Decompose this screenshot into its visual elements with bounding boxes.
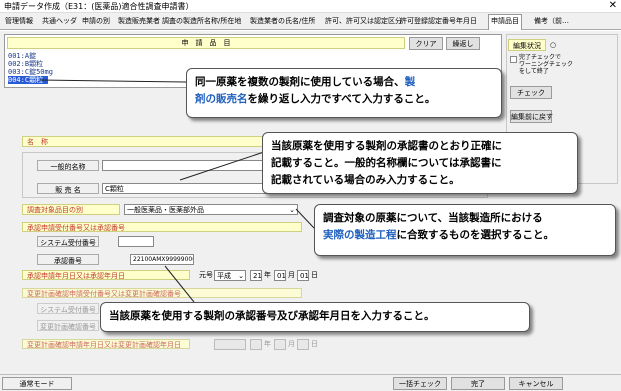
list-item[interactable]: 003:C錠50mg: [8, 68, 68, 76]
approval-section-label: 承認申請受付番号又は承認番号: [22, 222, 302, 232]
change-system-label: システム受付番号: [37, 303, 99, 314]
complete-checkbox-label: 完了チェックで ワーニングチェック をして終了: [519, 54, 574, 75]
callout-category: 調査対象の原薬について、当該製造所における 実際の製造工程に合致するものを選択す…: [314, 204, 616, 256]
tab-marketer[interactable]: 製造販売業者: [116, 15, 162, 29]
approval-date-label: 承認申請年月日又は承認年月日: [22, 270, 190, 280]
callout-approval-number: 当該原薬を使用する製剤の承認番号及び承認年月日を入力すること。: [100, 302, 530, 332]
tab-common-header[interactable]: 共通ヘッダ: [40, 15, 79, 29]
bulk-check-button[interactable]: 一括チェック: [393, 377, 447, 390]
callout-approval-name: 当該原薬を使用する製剤の承認書のとおり正確に 記載すること。一般的名称欄について…: [262, 132, 578, 194]
era-select-value: 平成: [217, 272, 231, 280]
repeat-button[interactable]: 繰返し: [446, 37, 480, 50]
brand-name-label: 販 売 名: [37, 183, 99, 194]
change-date-label: 変更計画確認申請年月日又は変更計画確認年月日: [22, 339, 190, 349]
tab-bar: 管理情報 共通ヘッダ 申請の別 製造販売業者 調査の製造所名称/所在地 製造業者…: [0, 13, 621, 30]
list-item[interactable]: 001:A錠: [8, 52, 38, 60]
callout-text: 同一原薬を複数の製剤に使用している場合、: [195, 76, 405, 88]
tab-license-number[interactable]: 許可登録認定番号年月日: [398, 15, 479, 29]
callout-highlight: 剤の販売名: [195, 93, 248, 105]
month-input[interactable]: 01: [274, 270, 286, 281]
tab-facility[interactable]: 調査の製造所名称/所在地: [160, 15, 243, 29]
chevron-down-icon: ⌄: [289, 206, 295, 214]
callout-highlight: 製: [404, 76, 416, 88]
category-select[interactable]: 一般医薬品・医薬部外品 ⌄: [124, 204, 298, 215]
callout-text: に合致するものを選択すること。: [396, 229, 555, 241]
system-number-input[interactable]: [118, 236, 154, 247]
list-item[interactable]: 002:B顆粒: [8, 60, 43, 68]
list-item-selected[interactable]: 004:C顆粒: [8, 76, 48, 84]
close-icon[interactable]: ✕: [609, 0, 617, 12]
category-select-value: 一般医薬品・医薬部外品: [127, 206, 204, 214]
callout-text: 記載されている場合のみ入力すること。: [271, 174, 460, 186]
callout-text: を繰り返し入力ですべて入力すること。: [247, 93, 436, 105]
tab-remarks[interactable]: 備考（前…: [532, 15, 571, 29]
chevron-down-icon: ⌄: [238, 272, 244, 280]
change-era-select: [214, 339, 246, 350]
callout-text: 調査対象の原薬について、当該製造所における: [323, 212, 543, 224]
window-title: 申請データ作成（E31：(医薬品)適合性調査申請書）: [4, 2, 194, 11]
edit-status-label: 編集状況: [508, 39, 546, 51]
clear-button[interactable]: クリア: [409, 37, 443, 50]
callout-text: 当該原薬を使用する製剤の承認書のとおり正確に: [271, 140, 502, 152]
tab-application-items[interactable]: 申請品目: [488, 14, 522, 30]
edit-status-value: ○: [550, 41, 557, 49]
title-bar: 申請データ作成（E31：(医薬品)適合性調査申請書） ✕: [0, 0, 621, 13]
year-unit: 年: [264, 271, 271, 279]
change-month-unit: 月: [288, 340, 295, 348]
year-input[interactable]: 21: [250, 270, 262, 281]
tab-application-type[interactable]: 申請の別: [80, 15, 112, 29]
change-month-input: [274, 339, 286, 350]
month-unit: 月: [288, 271, 295, 279]
check-button[interactable]: チェック: [510, 86, 552, 99]
status-bar: 通常モード 一括チェック 完了 キャンセル: [0, 374, 621, 391]
change-section-label: 変更計画確認申請受付番号又は変更計画確認番号: [22, 288, 302, 298]
finish-button[interactable]: 完了: [451, 377, 505, 390]
change-year-input: [250, 339, 262, 350]
change-day-unit: 日: [311, 340, 318, 348]
revert-button[interactable]: 編集前に戻す: [510, 110, 553, 123]
callout-brand-repeat: 同一原薬を複数の製剤に使用している場合、製 剤の販売名を繰り返し入力ですべて入力…: [186, 68, 502, 118]
generic-name-label: 一般的名称: [37, 160, 99, 171]
cancel-button[interactable]: キャンセル: [509, 377, 563, 390]
tab-management[interactable]: 管理情報: [3, 15, 35, 29]
era-select[interactable]: 平成 ⌄: [214, 270, 246, 281]
callout-text: 記載すること。一般的名称欄については承認書に: [271, 157, 502, 169]
change-year-unit: 年: [264, 340, 271, 348]
day-unit: 日: [311, 271, 318, 279]
tab-license-type[interactable]: 許可、許可又は認定区分: [323, 15, 404, 29]
change-day-input: [297, 339, 309, 350]
callout-text: 当該原薬を使用する製剤の承認番号及び承認年月日を入力すること。: [109, 310, 435, 322]
mode-indicator: 通常モード: [2, 377, 72, 390]
change-number-label: 変更計画確認番号: [37, 320, 99, 331]
complete-checkbox[interactable]: [510, 56, 517, 63]
callout-highlight: 実際の製造工程: [323, 229, 397, 241]
approval-number-label: 承認番号: [37, 254, 99, 265]
approval-number-input[interactable]: 22100AMX99999000: [130, 254, 194, 265]
system-number-label: システム受付番号: [37, 236, 99, 247]
day-input[interactable]: 01: [297, 270, 309, 281]
category-label: 調査対象品目の別: [22, 204, 120, 215]
tab-manufacturer[interactable]: 製造業者の氏名/住所: [248, 15, 317, 29]
era-label: 元号: [199, 271, 213, 279]
items-header: 申 請 品 目: [7, 37, 405, 49]
